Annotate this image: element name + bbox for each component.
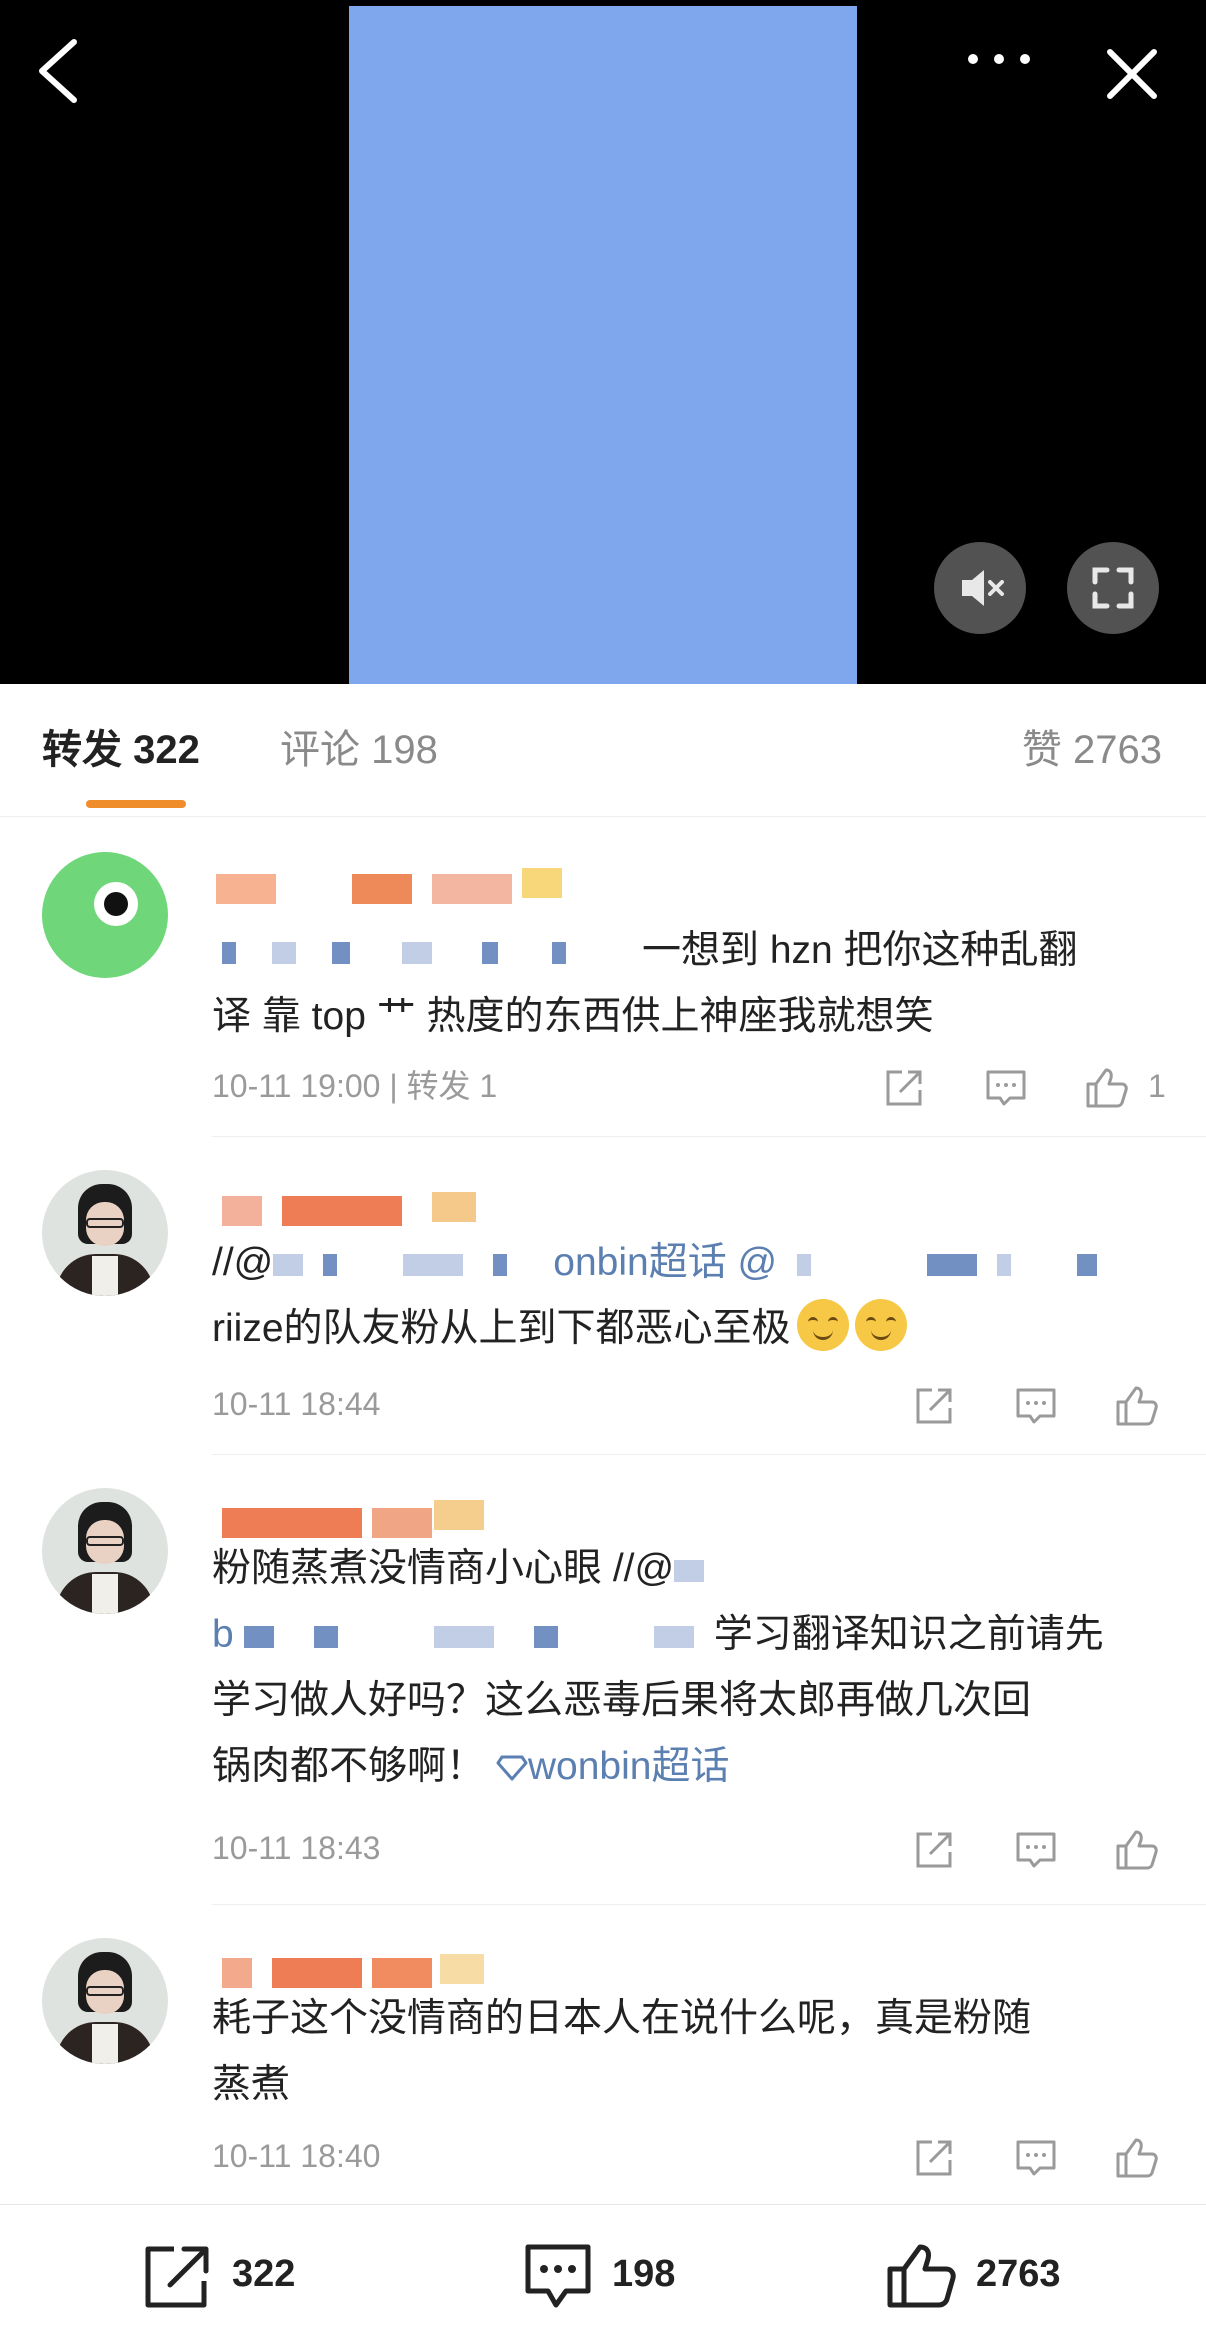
post-time: 10-11 18:40 (212, 2138, 381, 2174)
comment-button[interactable] (1012, 2134, 1060, 2182)
back-icon (39, 39, 77, 103)
post-time: 10-11 19:00 (212, 1068, 381, 1104)
avatar[interactable] (42, 1938, 168, 2064)
repost-text: 耗子这个没情商的日本人在说什么呢，真是粉随 蒸煮 (212, 1986, 1167, 2118)
comment-icon (1016, 1832, 1056, 1868)
mention-link[interactable]: b (212, 1613, 234, 1656)
mention-mosaic[interactable] (674, 1556, 714, 1586)
topic-link[interactable]: wonbin超话 (496, 1745, 730, 1788)
fullscreen-button[interactable] (1067, 542, 1159, 634)
like-button[interactable] (1082, 1064, 1130, 1112)
thumbs-up-icon (1116, 1386, 1158, 1426)
fullscreen-icon (1092, 567, 1134, 609)
comment-button[interactable] (1012, 1382, 1060, 1430)
close-button[interactable] (1100, 42, 1164, 106)
active-tab-indicator (86, 800, 186, 808)
avatar[interactable] (42, 1170, 168, 1296)
share-button[interactable] (910, 1826, 958, 1874)
mention-mosaic[interactable] (212, 938, 642, 968)
share-icon (886, 1070, 922, 1106)
post-text-line2: 蒸煮 (212, 2063, 291, 2106)
like-button[interactable] (1112, 1382, 1160, 1430)
post-meta: 10-11 19:00 | 转发 1 (212, 1068, 498, 1104)
comment-count: 198 (612, 2253, 676, 2295)
mention-mosaic[interactable] (777, 1250, 1107, 1280)
divider (212, 1904, 1206, 1905)
diamond-icon (496, 1755, 528, 1781)
post-text-line2: 译 靠 top 艹 热度的东西供上神座我就想笑 (212, 995, 934, 1038)
username-mosaic[interactable] (212, 1950, 512, 1988)
like-count: 2763 (976, 2253, 1061, 2295)
share-button[interactable] (910, 2134, 958, 2182)
divider (212, 1136, 1206, 1137)
comment-icon (986, 1070, 1026, 1106)
repost-text: 一想到 hzn 把你这种乱翻 译 靠 top 艹 热度的东西供上神座我就想笑 (212, 918, 1167, 1050)
post-text-line4: 锅肉都不够啊！ (212, 1745, 486, 1788)
username-mosaic[interactable] (212, 1500, 512, 1538)
post-text-prefix: //@ (212, 1241, 274, 1284)
thumbs-up-icon (887, 2244, 956, 2308)
repost-text: 粉随蒸煮没情商小心眼 //@ b 学习翻译知识之前请先 学习做人好吗？这么恶毒后… (212, 1536, 1167, 1800)
comment-icon (1016, 2140, 1056, 2176)
tab-comment[interactable]: 评论 198 (280, 724, 438, 776)
avatar[interactable] (42, 852, 168, 978)
smile-emoji-icon (854, 1299, 907, 1351)
thumbs-up-icon (1086, 1068, 1128, 1108)
mute-icon (962, 570, 1004, 606)
repost-item[interactable]: 粉随蒸煮没情商小心眼 //@ b 学习翻译知识之前请先 学习做人好吗？这么恶毒后… (0, 1456, 1206, 1904)
avatar[interactable] (42, 1488, 168, 1614)
mention-mosaic[interactable] (234, 1622, 714, 1652)
topic-link[interactable]: onbin超话 @ (553, 1241, 777, 1284)
post-text-line1: 粉随蒸煮没情商小心眼 //@ (212, 1547, 675, 1590)
share-icon (916, 1388, 952, 1424)
like-button[interactable] (1112, 1826, 1160, 1874)
share-icon (916, 2140, 952, 2176)
like-button[interactable]: 2763 (884, 2241, 1124, 2308)
share-icon (916, 1832, 952, 1868)
tab-like[interactable]: 赞 2763 (1022, 724, 1162, 776)
thumbs-up-icon (1116, 2138, 1158, 2178)
like-button[interactable] (1112, 2134, 1160, 2182)
back-button[interactable] (30, 36, 86, 106)
mute-button[interactable] (934, 542, 1026, 634)
post-text-line2: 学习翻译知识之前请先 (713, 1613, 1104, 1656)
bottom-action-bar: 322 198 2763 (0, 2204, 1206, 2336)
repost-count: 322 (232, 2253, 296, 2295)
repost-button[interactable]: 322 (140, 2241, 360, 2308)
post-text-line1: 耗子这个没情商的日本人在说什么呢，真是粉随 (212, 1997, 1032, 2040)
divider (212, 1454, 1206, 1455)
comment-button[interactable] (982, 1064, 1030, 1112)
comment-button[interactable]: 198 (520, 2241, 720, 2308)
thumbs-up-icon (1116, 1830, 1158, 1870)
repost-item[interactable]: 耗子这个没情商的日本人在说什么呢，真是粉随 蒸煮 10-11 18:40 (0, 1906, 1206, 2204)
like-count: 1 (1148, 1068, 1166, 1104)
post-time: 10-11 18:43 (212, 1830, 381, 1866)
repost-item[interactable]: //@ onbin超话 @ riize的队友粉从上到下都恶心至极 10-11 1… (0, 1138, 1206, 1454)
post-text-line2: riize的队友粉从上到下都恶心至极 (212, 1307, 791, 1350)
topic-label: wonbin超话 (527, 1745, 730, 1788)
username-mosaic[interactable] (212, 868, 572, 904)
more-button[interactable] (960, 44, 1040, 74)
share-icon (145, 2246, 209, 2308)
mention-mosaic[interactable] (273, 1250, 553, 1280)
video-frame[interactable] (349, 6, 857, 684)
comment-icon (1016, 1388, 1056, 1424)
tab-repost[interactable]: 转发 322 (42, 724, 200, 776)
share-button[interactable] (910, 1382, 958, 1430)
comment-icon (525, 2244, 591, 2308)
repost-count[interactable]: 转发 1 (407, 1068, 498, 1104)
username-mosaic[interactable] (212, 1188, 512, 1226)
video-player[interactable] (0, 0, 1206, 684)
tab-bar: 转发 322 评论 198 赞 2763 (0, 684, 1206, 817)
more-icon (968, 54, 978, 64)
repost-item[interactable]: 一想到 hzn 把你这种乱翻 译 靠 top 艹 热度的东西供上神座我就想笑 1… (0, 820, 1206, 1136)
post-text-line3: 学习做人好吗？这么恶毒后果将太郎再做几次回 (212, 1679, 1032, 1722)
comment-button[interactable] (1012, 1826, 1060, 1874)
smile-emoji-icon (796, 1299, 849, 1351)
post-time: 10-11 18:44 (212, 1386, 381, 1422)
repost-text: //@ onbin超话 @ riize的队友粉从上到下都恶心至极 (212, 1230, 1167, 1362)
post-text-line1: 一想到 hzn 把你这种乱翻 (642, 929, 1078, 972)
close-icon (1107, 49, 1157, 99)
share-button[interactable] (880, 1064, 928, 1112)
